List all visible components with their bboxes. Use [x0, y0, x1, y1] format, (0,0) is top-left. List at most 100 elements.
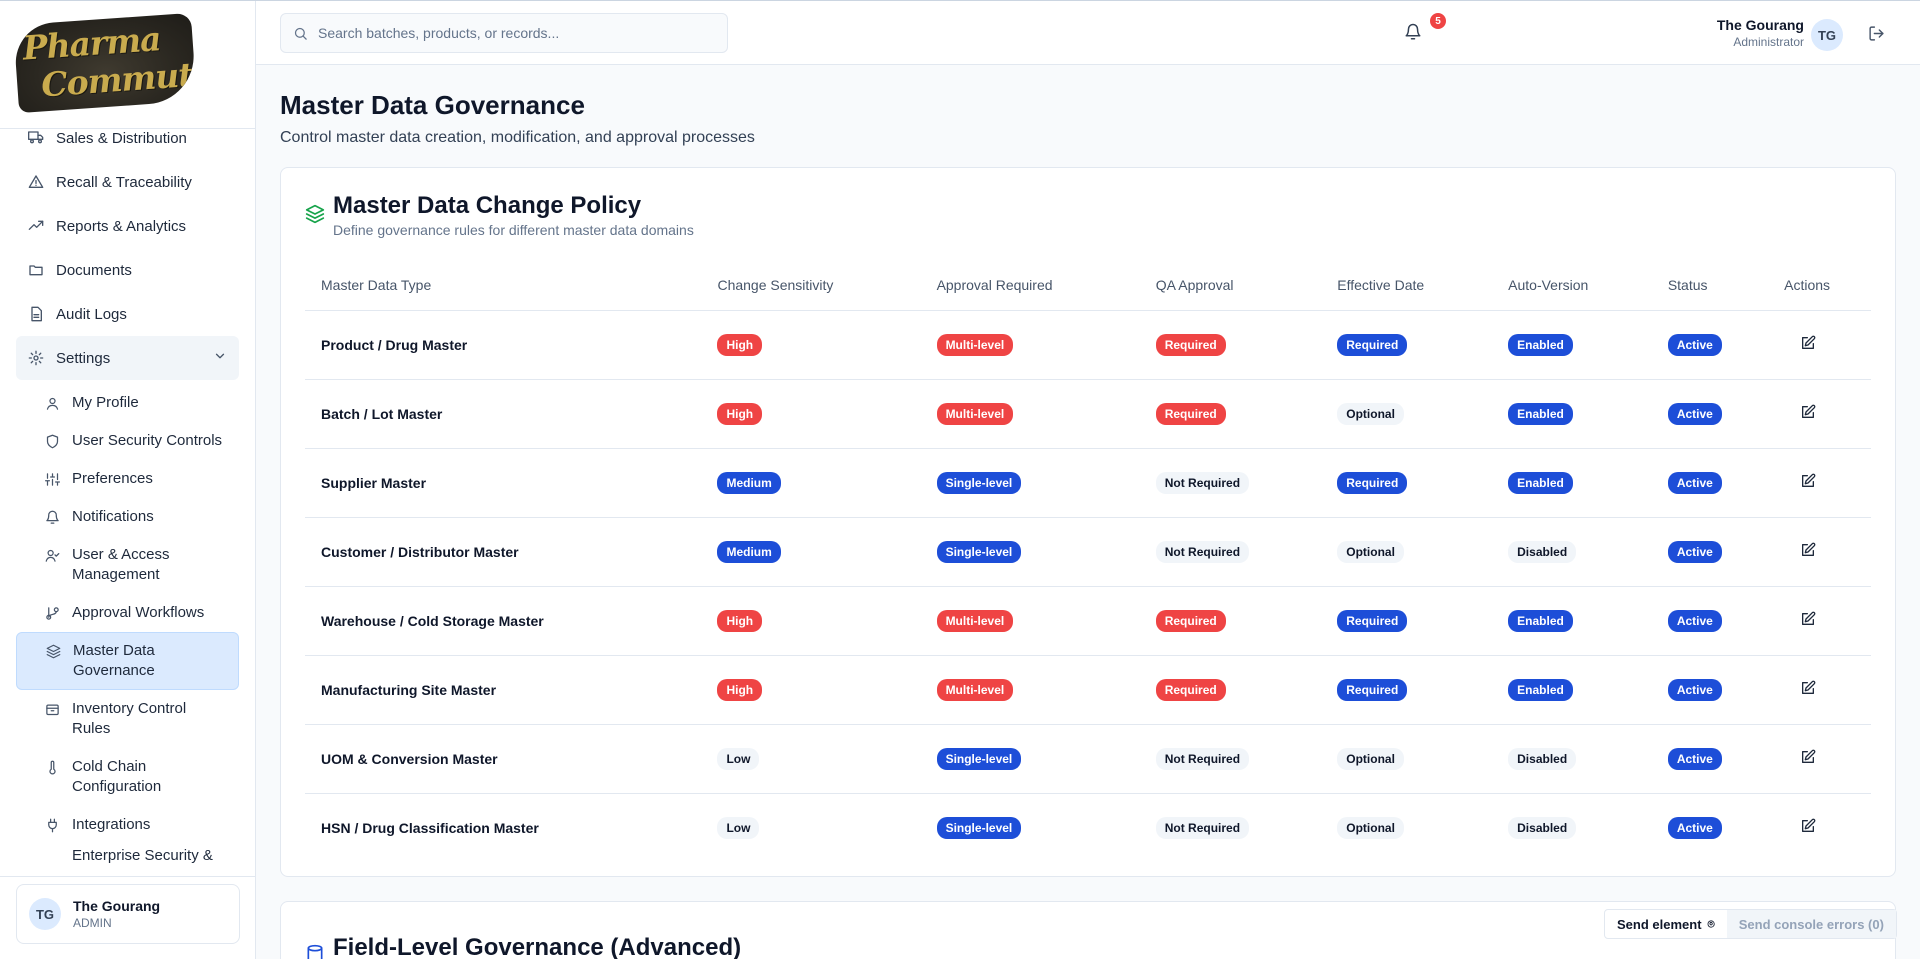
auto-version-cell: Enabled — [1492, 586, 1652, 656]
sensitivity-badge: Low — [717, 747, 760, 770]
auto-version-cell: Enabled — [1492, 379, 1652, 449]
sidebar-item-cold-chain-configuration[interactable]: Cold Chain Configuration — [16, 748, 239, 806]
edit-icon[interactable] — [1800, 611, 1816, 627]
qa-badge: Not Required — [1155, 540, 1250, 563]
actions-cell — [1768, 586, 1871, 656]
sidebar-item-master-data-governance[interactable]: Master Data Governance — [16, 632, 239, 690]
effective-badge: Optional — [1337, 816, 1404, 839]
sidebar-item-enterprise-security[interactable]: Enterprise Security & — [16, 844, 239, 866]
card-title: Field-Level Governance (Advanced) — [333, 933, 742, 959]
sidebar-item-preferences[interactable]: Preferences — [16, 460, 239, 498]
card-subtitle: Define governance rules for different ma… — [333, 222, 694, 238]
edit-icon[interactable] — [1800, 680, 1816, 696]
status-badge: Active — [1667, 609, 1722, 632]
sidebar-item-my-profile[interactable]: My Profile — [16, 384, 239, 422]
sidebar-nav: Sales & Distribution Recall & Traceabili… — [0, 129, 255, 876]
approval-badge: Multi-level — [936, 333, 1014, 356]
sensitivity-cell: Medium — [701, 517, 921, 587]
effective-cell: Optional — [1321, 379, 1493, 449]
actions-cell — [1768, 724, 1871, 794]
column-header: Actions — [1768, 260, 1871, 311]
status-badge: Active — [1667, 540, 1722, 563]
sensitivity-badge: High — [717, 333, 763, 356]
sidebar-item-settings[interactable]: Settings — [16, 336, 239, 380]
sidebar-item-recall-traceability[interactable]: Recall & Traceability — [16, 160, 239, 204]
column-header: Change Sensitivity — [701, 260, 921, 311]
top-header — [256, 1, 1920, 65]
sidebar-item-sales-distribution[interactable]: Sales & Distribution — [16, 129, 239, 160]
sidebar-user-card[interactable]: TG The Gourang ADMIN — [16, 884, 240, 944]
sliders-icon — [44, 469, 60, 489]
effective-badge: Required — [1337, 333, 1408, 356]
effective-badge: Optional — [1337, 540, 1404, 563]
sidebar-item-integrations[interactable]: Integrations — [16, 806, 239, 844]
approval-cell: Single-level — [920, 448, 1140, 518]
qa-cell: Not Required — [1139, 448, 1322, 518]
sensitivity-badge: Medium — [717, 540, 781, 563]
sidebar-item-inventory-control-rules[interactable]: Inventory Control Rules — [16, 690, 239, 748]
header-avatar[interactable]: TG — [1811, 19, 1843, 51]
effective-badge: Required — [1337, 609, 1408, 632]
auto-version-badge: Enabled — [1508, 333, 1573, 356]
column-header: Status — [1651, 260, 1769, 311]
sidebar-item-audit-logs[interactable]: Audit Logs — [16, 292, 239, 336]
effective-badge: Required — [1337, 471, 1408, 494]
table-row: UOM & Conversion Master Low Single-level No… — [305, 724, 1871, 794]
logout-icon[interactable] — [1868, 25, 1885, 47]
thermometer-icon — [44, 757, 60, 777]
auto-version-badge: Enabled — [1508, 402, 1573, 425]
sidebar-item-reports-analytics[interactable]: Reports & Analytics — [16, 204, 239, 248]
chevron-down-icon — [213, 349, 227, 367]
column-header: Auto-Version — [1492, 260, 1652, 311]
effective-badge: Optional — [1337, 402, 1404, 425]
table-header-row: Master Data Type Change Sensitivity Approv… — [305, 260, 1871, 311]
send-element-button[interactable]: Send element ⌾ — [1605, 910, 1727, 938]
actions-cell — [1768, 448, 1871, 518]
sidebar-item-documents[interactable]: Documents — [16, 248, 239, 292]
edit-icon[interactable] — [1800, 473, 1816, 489]
column-header: QA Approval — [1139, 260, 1322, 311]
edit-icon[interactable] — [1800, 404, 1816, 420]
approval-cell: Single-level — [920, 517, 1140, 587]
send-console-errors-button[interactable]: Send console errors (0) — [1726, 910, 1896, 938]
sidebar-item-user-security-controls[interactable]: User Security Controls — [16, 422, 239, 460]
approval-cell: Multi-level — [920, 379, 1140, 449]
auto-version-cell: Disabled — [1492, 517, 1652, 587]
edit-icon[interactable] — [1800, 335, 1816, 351]
sidebar-user-role: ADMIN — [73, 916, 112, 930]
effective-cell: Optional — [1321, 517, 1493, 587]
user-icon — [44, 393, 60, 413]
qa-badge: Required — [1155, 678, 1226, 701]
approval-cell: Single-level — [920, 724, 1140, 794]
edit-icon[interactable] — [1800, 542, 1816, 558]
search-input[interactable] — [318, 25, 698, 41]
card-title: Master Data Change Policy — [333, 192, 642, 219]
approval-badge: Multi-level — [936, 402, 1014, 425]
pharma-commute-logo[interactable]: Pharma Commute — [13, 12, 197, 114]
effective-cell: Required — [1321, 448, 1493, 518]
auto-version-badge: Disabled — [1508, 540, 1577, 563]
edit-icon[interactable] — [1800, 818, 1816, 834]
layers-icon — [305, 204, 325, 229]
sidebar-item-approval-workflows[interactable]: Approval Workflows — [16, 594, 239, 632]
qa-cell: Required — [1139, 655, 1322, 725]
sidebar-item-notifications[interactable]: Notifications — [16, 498, 239, 536]
approval-cell: Multi-level — [920, 586, 1140, 656]
sensitivity-cell: High — [701, 655, 921, 725]
auto-version-cell: Enabled — [1492, 655, 1652, 725]
approval-badge: Single-level — [936, 540, 1022, 563]
table-row: Manufacturing Site Master High Multi-level… — [305, 655, 1871, 725]
auto-version-badge: Enabled — [1508, 678, 1573, 701]
effective-cell: Optional — [1321, 724, 1493, 794]
edit-icon[interactable] — [1800, 749, 1816, 765]
search-box[interactable] — [280, 13, 728, 53]
status-cell: Active — [1651, 724, 1769, 794]
sidebar-item-user-access-management[interactable]: User & Access Management — [16, 536, 239, 594]
approval-cell: Single-level — [921, 793, 1140, 862]
folder-icon — [28, 262, 44, 278]
qa-badge: Required — [1155, 402, 1226, 425]
file-text-icon — [28, 306, 44, 322]
status-cell: Active — [1651, 379, 1769, 449]
notification-bell-icon[interactable] — [1404, 23, 1422, 41]
qa-cell: Not Required — [1139, 724, 1322, 794]
